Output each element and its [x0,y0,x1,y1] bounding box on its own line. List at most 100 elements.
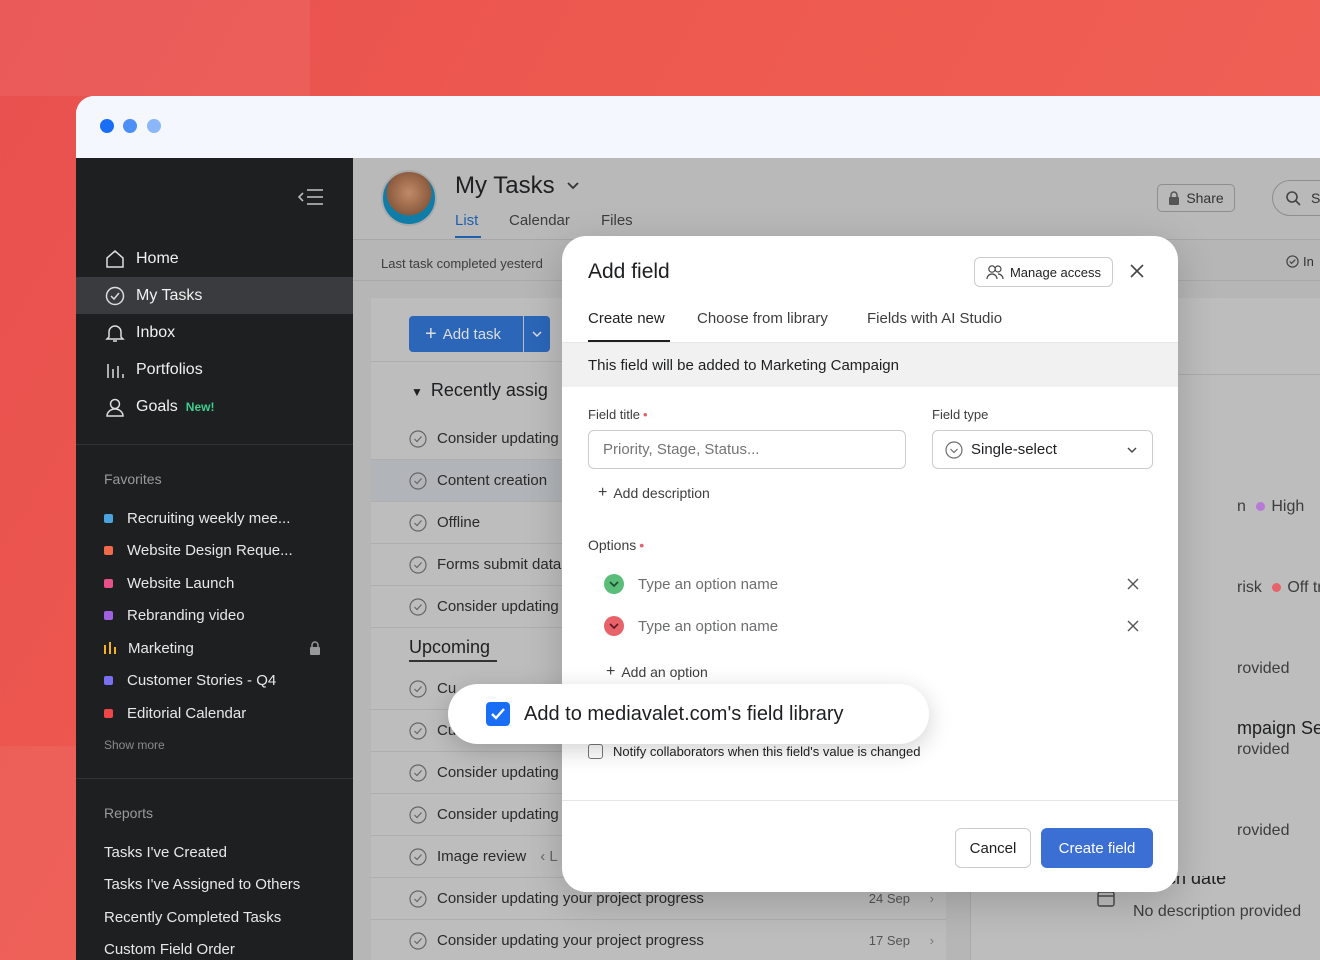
task-name: Consider updating [437,806,559,823]
check-circle-icon[interactable] [409,931,427,950]
add-to-library-label: Add to mediavalet.com's field library [524,702,844,725]
check-circle-icon[interactable] [409,429,427,448]
header-right-label: In [1303,254,1314,269]
option-color-picker[interactable] [604,616,624,636]
bell-icon [104,322,126,344]
chevron-right-icon[interactable]: › [930,933,934,948]
chevron-right-icon[interactable]: › [930,891,934,906]
window-dot-close[interactable] [100,119,114,133]
favorite-item[interactable]: Website Launch [76,567,353,600]
favorite-item[interactable]: Website Design Reque... [76,535,353,568]
check-circle-icon[interactable] [409,597,427,616]
option-name-input[interactable]: Type an option name [638,618,778,635]
favorite-item[interactable]: Marketing [76,632,353,665]
favorites-list: Recruiting weekly mee... Website Design … [76,502,353,730]
check-circle-icon[interactable] [409,555,427,574]
sidebar-item-inbox[interactable]: Inbox [76,314,353,351]
tab-list[interactable]: List [455,212,478,229]
favorite-item[interactable]: Customer Stories - Q4 [76,665,353,698]
section-header-upcoming[interactable]: Upcoming [409,637,490,658]
project-color-dot [104,611,113,621]
section-underline [409,660,497,662]
search-button[interactable]: S [1272,180,1320,216]
manage-access-button[interactable]: Manage access [974,257,1113,287]
sidebar-item-portfolios[interactable]: Portfolios [76,351,353,388]
check-circle-icon[interactable] [409,763,427,782]
report-item[interactable]: Tasks I've Assigned to Others [76,869,353,902]
field-name: mpaign Season [1237,718,1320,738]
check-circle-icon[interactable] [409,721,427,740]
window-dot-maximize[interactable] [147,119,161,133]
close-icon[interactable] [1129,263,1145,279]
share-button[interactable]: Share [1157,184,1235,212]
project-color-dot [104,513,113,523]
collapse-sidebar-icon[interactable] [298,186,324,208]
notify-label: Notify collaborators when this field's v… [613,744,921,759]
section-header-recently-assigned[interactable]: ▼ Recently assig [411,380,548,401]
task-row[interactable]: Consider updating your project progress 1… [371,920,946,960]
tab-create-new[interactable]: Create new [588,310,665,327]
sidebar-item-goals[interactable]: Goals New! [76,388,353,425]
notify-checkbox-row[interactable]: Notify collaborators when this field's v… [588,744,920,759]
notify-checkbox[interactable] [588,744,603,759]
check-circle-icon[interactable] [409,679,427,698]
check-circle-icon[interactable] [409,889,427,908]
tab-choose-from-library[interactable]: Choose from library [697,310,828,327]
option-color-picker[interactable] [604,574,624,594]
header-right-item[interactable]: In [1286,254,1314,269]
favorite-label: Rebranding video [127,607,245,625]
option-row[interactable]: Type an option name [604,608,1139,644]
task-name: Content creation [437,472,548,489]
favorite-label: Marketing [128,639,194,657]
project-color-dot [104,708,113,718]
add-task-dropdown[interactable] [524,316,550,352]
option-row[interactable]: Type an option name [604,566,1139,602]
remove-option-icon[interactable] [1127,620,1139,632]
window-dot-minimize[interactable] [123,119,137,133]
remove-option-icon[interactable] [1127,578,1139,590]
options-label: Options • [588,537,644,553]
check-circle-icon[interactable] [409,513,427,532]
favorite-label: Customer Stories - Q4 [127,672,277,690]
reports-heading: Reports [104,805,154,821]
tab-calendar[interactable]: Calendar [509,212,570,229]
create-field-button[interactable]: Create field [1041,828,1153,868]
add-to-library-checkbox-row[interactable]: Add to mediavalet.com's field library [448,684,929,744]
tab-files[interactable]: Files [601,212,633,229]
status-options: risk Off track + [1237,579,1320,597]
favorite-item[interactable]: Editorial Calendar [76,697,353,730]
sidebar-item-home[interactable]: Home [76,240,353,277]
check-circle-icon[interactable] [409,847,427,866]
chevron-down-icon[interactable] [565,178,581,194]
report-item[interactable]: Tasks I've Created [76,836,353,869]
priority-options: n High [1237,498,1304,516]
sidebar-item-label: My Tasks [136,286,203,304]
home-icon [104,248,126,270]
sidebar-item-my-tasks[interactable]: My Tasks [76,277,353,314]
option-high: High [1271,498,1305,515]
field-type-select[interactable]: Single-select [932,430,1153,469]
add-task-button[interactable]: + Add task [409,316,523,352]
cancel-button[interactable]: Cancel [955,828,1031,868]
sidebar-item-label: Goals [136,397,178,415]
add-option-button[interactable]: + Add an option [606,663,708,681]
report-item[interactable]: Recently Completed Tasks [76,901,353,934]
avatar[interactable] [381,170,437,226]
check-circle-icon[interactable] [409,471,427,490]
show-more-link[interactable]: Show more [104,738,165,752]
field-title-input[interactable] [588,430,906,469]
divider [562,800,1178,801]
option-name-input[interactable]: Type an option name [638,576,778,593]
favorite-item[interactable]: Recruiting weekly mee... [76,502,353,535]
option-color-dot [1272,583,1282,593]
option-fragment: risk [1237,579,1262,596]
tab-fields-with-ai-studio[interactable]: Fields with AI Studio [867,310,1002,327]
required-marker: • [639,537,645,553]
task-name: Consider updating [437,430,559,447]
add-to-library-checkbox[interactable] [486,702,510,726]
lock-icon [310,641,320,655]
check-circle-icon[interactable] [409,805,427,824]
add-description-button[interactable]: + Add description [598,484,710,502]
report-item[interactable]: Custom Field Order [76,934,353,960]
favorite-item[interactable]: Rebranding video [76,600,353,633]
